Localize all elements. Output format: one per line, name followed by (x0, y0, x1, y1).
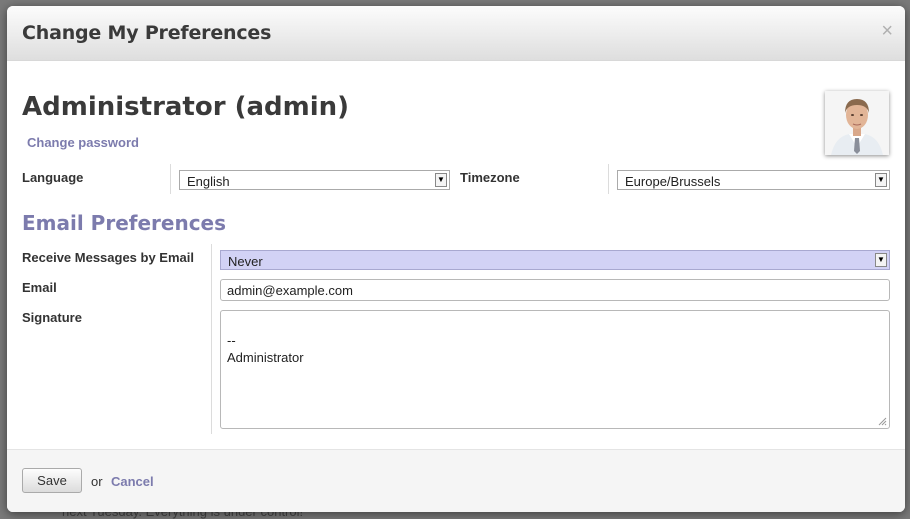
change-password-link[interactable]: Change password (27, 135, 139, 150)
cancel-link[interactable]: Cancel (111, 474, 154, 489)
or-text: or (91, 474, 103, 489)
email-field[interactable]: admin@example.com (220, 279, 890, 301)
language-select[interactable]: English ▼ (179, 170, 450, 190)
timezone-label: Timezone (460, 170, 520, 185)
user-name-heading: Administrator (admin) (22, 92, 350, 122)
signature-text: -- Administrator (227, 333, 304, 365)
resize-grip-icon[interactable] (877, 416, 887, 426)
dialog-header: Change My Preferences × (7, 6, 905, 61)
email-preferences-heading: Email Preferences (22, 211, 227, 235)
receive-messages-value: Never (228, 254, 263, 269)
dropdown-arrow-icon: ▼ (875, 253, 887, 267)
divider (608, 164, 609, 194)
language-value: English (187, 174, 230, 189)
signature-textarea[interactable]: -- Administrator (220, 310, 890, 429)
save-button[interactable]: Save (22, 468, 82, 493)
signature-label: Signature (22, 310, 82, 325)
receive-messages-select[interactable]: Never ▼ (220, 250, 890, 270)
preferences-dialog: Change My Preferences × Administrator (a… (7, 6, 905, 512)
dropdown-arrow-icon: ▼ (875, 173, 887, 187)
timezone-select[interactable]: Europe/Brussels ▼ (617, 170, 890, 190)
avatar[interactable] (825, 91, 889, 155)
receive-messages-label: Receive Messages by Email (22, 250, 194, 265)
close-icon[interactable]: × (881, 21, 893, 41)
timezone-value: Europe/Brussels (625, 174, 721, 189)
avatar-image (825, 91, 889, 155)
divider (211, 244, 212, 434)
email-label: Email (22, 280, 57, 295)
language-label: Language (22, 170, 84, 185)
dialog-title: Change My Preferences (22, 22, 272, 44)
dropdown-arrow-icon: ▼ (435, 173, 447, 187)
dialog-footer: Save or Cancel (7, 449, 905, 512)
divider (170, 164, 171, 194)
